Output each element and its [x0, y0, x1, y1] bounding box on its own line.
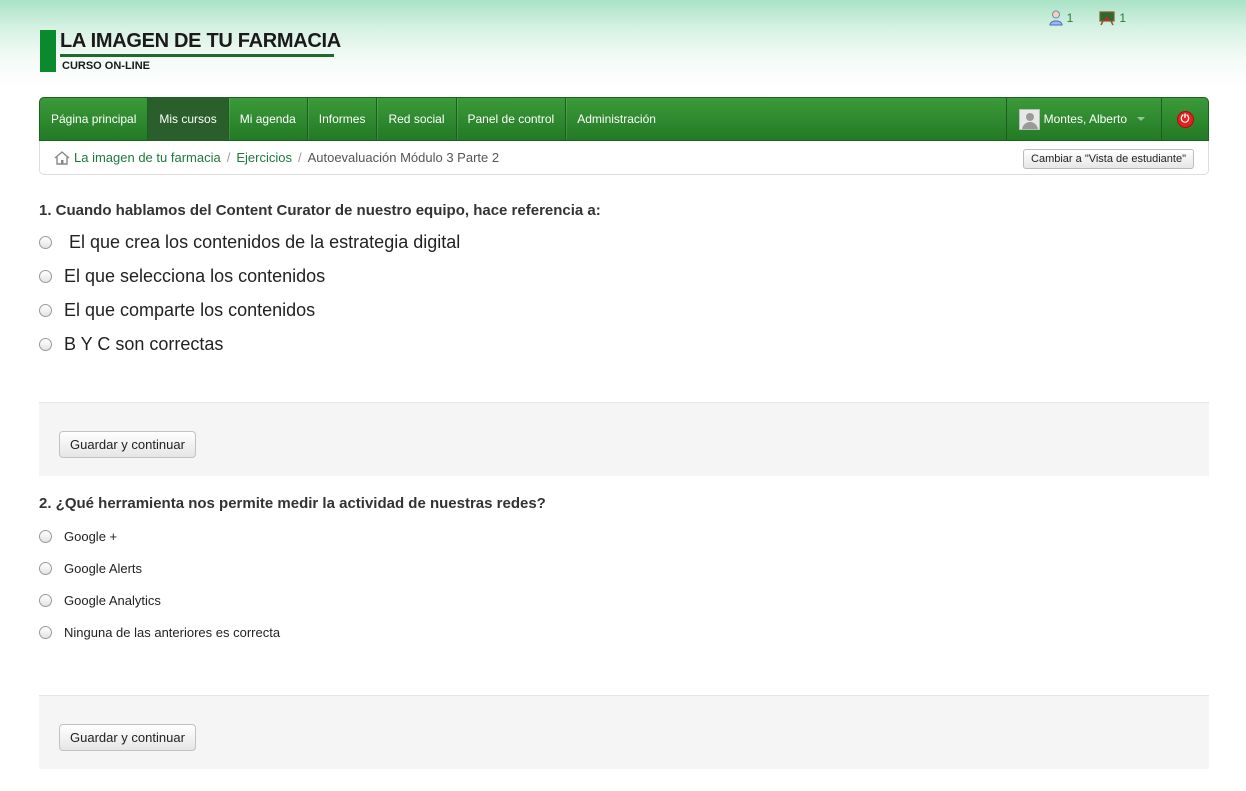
radio-button[interactable]	[39, 338, 52, 351]
answer-option[interactable]: El que selecciona los contenidos	[39, 266, 325, 287]
nav-item-pagina-principal[interactable]: Página principal	[40, 98, 149, 140]
breadcrumb: La imagen de tu farmacia / Ejercicios / …	[39, 141, 1209, 175]
radio-button[interactable]	[39, 594, 52, 607]
switch-student-view-button[interactable]: Cambiar a "Vista de estudiante"	[1023, 149, 1194, 169]
nav-item-mi-agenda[interactable]: Mi agenda	[229, 98, 308, 140]
question-title: 1. Cuando hablamos del Content Curator d…	[39, 202, 601, 219]
answer-label: Google Analytics	[64, 593, 161, 608]
answer-label: El que comparte los contenidos	[64, 300, 316, 320]
answer-label: Google Alerts	[64, 561, 143, 576]
form-actions: Guardar y continuar	[39, 402, 1209, 476]
radio-button[interactable]	[39, 562, 52, 575]
answer-option[interactable]: Google Alerts	[39, 561, 142, 576]
breadcrumb-separator: /	[226, 150, 231, 165]
user-icon	[1049, 10, 1063, 26]
radio-button[interactable]	[39, 236, 52, 249]
answer-option[interactable]: Ninguna de las anteriores es correcta	[39, 625, 280, 640]
answer-label: Google +	[64, 529, 118, 544]
header-notifications: 1 1	[1049, 10, 1126, 26]
answer-option[interactable]: Google Analytics	[39, 593, 161, 608]
radio-button[interactable]	[39, 530, 52, 543]
nav-item-informes[interactable]: Informes	[308, 98, 378, 140]
answer-option[interactable]: Google +	[39, 529, 117, 544]
answer-option[interactable]: El que comparte los contenidos	[39, 300, 315, 321]
radio-button[interactable]	[39, 270, 52, 283]
users-online-count: 1	[1066, 11, 1074, 25]
chevron-down-icon	[1137, 117, 1145, 121]
answer-option[interactable]: El que crea los contenidos de la estrate…	[39, 232, 460, 253]
logo-title: LA IMAGEN DE TU FARMACIA	[60, 30, 341, 52]
logo-subtitle: CURSO ON-LINE	[62, 60, 150, 72]
radio-button[interactable]	[39, 304, 52, 317]
messages-count: 1	[1119, 11, 1126, 25]
messages-link[interactable]: 1	[1099, 10, 1126, 26]
question-2: 2. ¿Qué herramienta nos permite medir la…	[39, 495, 1209, 655]
main-navbar: Página principal Mis cursos Mi agenda In…	[39, 97, 1209, 141]
avatar	[1018, 108, 1040, 130]
logo-bar	[40, 30, 56, 72]
answer-label: Ninguna de las anteriores es correcta	[64, 625, 281, 640]
breadcrumb-exercises-link[interactable]: Ejercicios	[236, 150, 292, 165]
form-actions: Guardar y continuar	[39, 695, 1209, 769]
users-online-link[interactable]: 1	[1049, 10, 1074, 26]
breadcrumb-current: Autoevaluación Módulo 3 Parte 2	[307, 150, 500, 165]
question-1: 1. Cuando hablamos del Content Curator d…	[39, 202, 1209, 372]
user-menu[interactable]: Montes, Alberto	[1005, 98, 1162, 140]
breadcrumb-separator: /	[297, 150, 302, 165]
chalkboard-icon	[1099, 10, 1115, 25]
save-continue-button[interactable]: Guardar y continuar	[59, 431, 196, 458]
logo-underline	[60, 54, 334, 57]
nav-item-mis-cursos[interactable]: Mis cursos	[148, 98, 229, 140]
answer-option[interactable]: B Y C son correctas	[39, 334, 223, 355]
save-continue-button[interactable]: Guardar y continuar	[59, 724, 196, 751]
home-icon[interactable]	[54, 150, 70, 165]
nav-item-panel-de-control[interactable]: Panel de control	[457, 98, 567, 140]
answer-label: El que selecciona los contenidos	[64, 266, 326, 286]
answer-label: El que crea los contenidos de la estrate…	[64, 232, 461, 252]
radio-button[interactable]	[39, 626, 52, 639]
breadcrumb-course-link[interactable]: La imagen de tu farmacia	[74, 150, 221, 165]
logout-button[interactable]: ⏻	[1162, 98, 1208, 140]
answer-label: B Y C son correctas	[64, 334, 224, 354]
power-icon: ⏻	[1176, 110, 1194, 128]
nav-item-administracion[interactable]: Administración	[566, 98, 667, 140]
question-title: 2. ¿Qué herramienta nos permite medir la…	[39, 495, 546, 512]
nav-item-red-social[interactable]: Red social	[377, 98, 457, 140]
user-name: Montes, Alberto	[1043, 112, 1127, 126]
